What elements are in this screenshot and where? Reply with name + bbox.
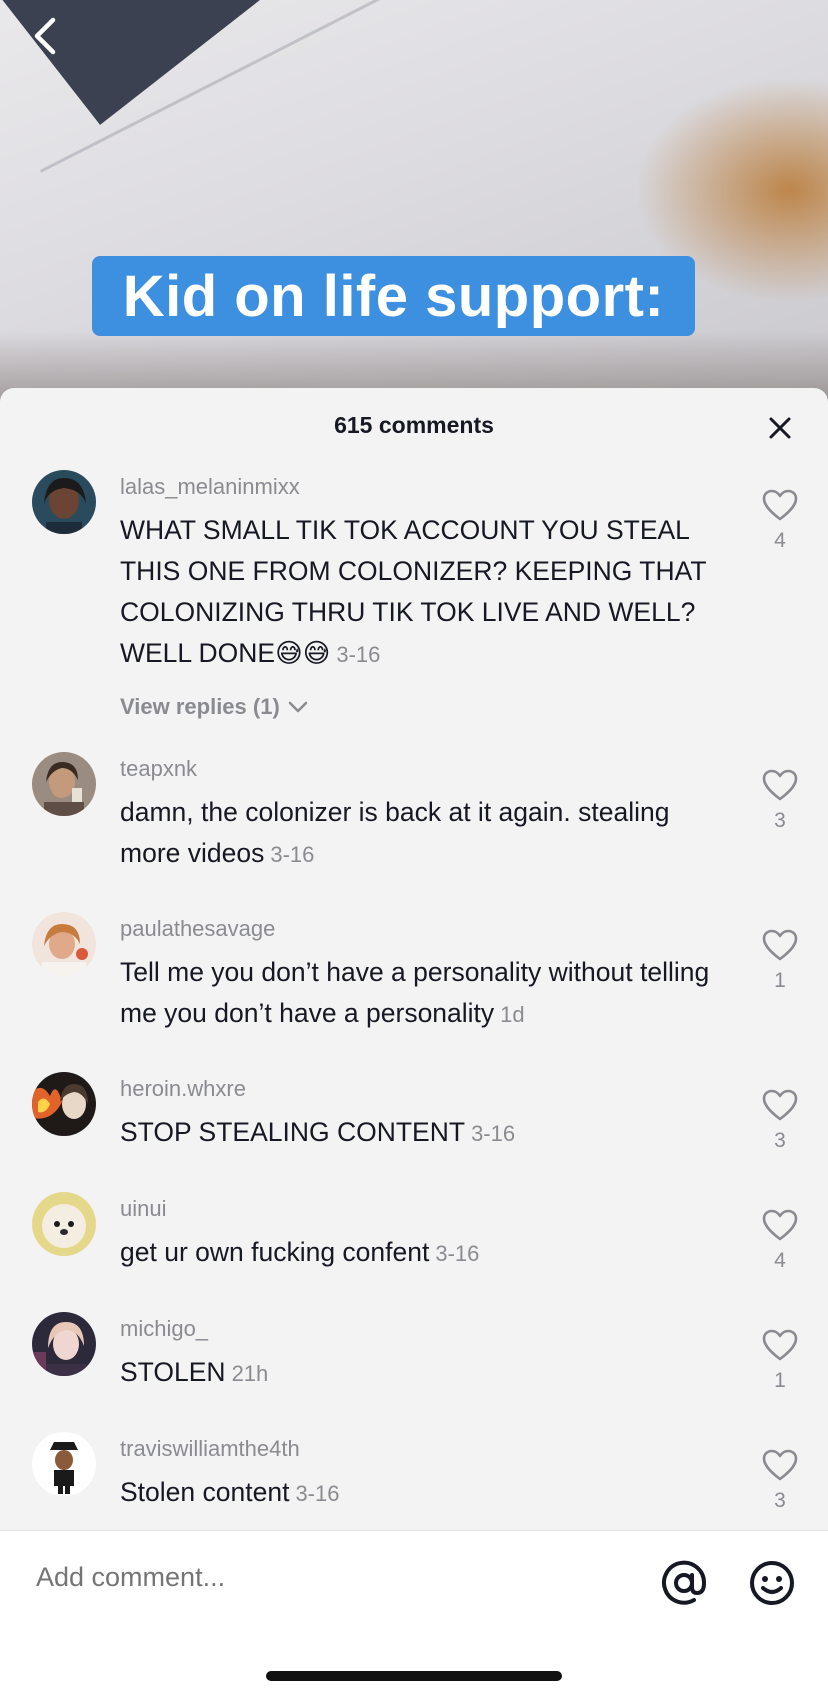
avatar[interactable] [32,1432,96,1496]
like-button[interactable]: 4 [756,1208,804,1273]
like-count: 4 [774,1249,786,1272]
smiley-icon [750,1561,794,1605]
comment-text: damn, the colonizer is back at it again.… [120,792,720,875]
comment-text: STOP STEALING CONTENT 3-16 [120,1112,720,1154]
user-avatar-image [32,1312,96,1376]
comment-username[interactable]: teapxnk [120,756,197,782]
comment-date: 21h [231,1361,269,1386]
user-avatar-image [32,1432,96,1496]
like-count: 1 [774,969,786,992]
chevron-left-icon [34,17,56,55]
close-button[interactable] [762,410,798,446]
comment-text: WHAT SMALL TIK TOK ACCOUNT YOU STEAL THI… [120,510,720,675]
comment-body: Tell me you don’t have a personality wit… [120,957,710,1028]
avatar[interactable] [32,912,96,976]
comment-date: 3-16 [295,1481,340,1506]
like-count: 1 [774,1369,786,1392]
chevron-down-icon [288,701,308,713]
comment-username[interactable]: traviswilliamthe4th [120,1436,300,1462]
comment-body: WHAT SMALL TIK TOK ACCOUNT YOU STEAL THI… [120,515,707,668]
like-button[interactable]: 3 [756,1088,804,1153]
comment-date: 1d [500,1002,525,1027]
view-replies-label: View replies (1) [120,694,280,719]
comment-text: STOLEN 21h [120,1352,720,1394]
like-button[interactable]: 3 [756,768,804,833]
comments-count-title: 615 comments [334,412,494,438]
comment-date: 3-16 [435,1241,480,1266]
emoji-button[interactable] [748,1559,796,1607]
mention-button[interactable] [660,1559,708,1607]
at-sign-icon [662,1560,707,1605]
avatar[interactable] [32,1192,96,1256]
user-avatar-image [32,1192,96,1256]
heart-icon [762,1449,798,1481]
like-count: 3 [774,1129,786,1152]
like-button[interactable]: 1 [756,1328,804,1393]
like-count: 3 [774,809,786,832]
video-caption: Kid on life support: [92,256,695,336]
heart-icon [762,769,798,801]
avatar[interactable] [32,470,96,534]
heart-icon [762,1209,798,1241]
comment-text: Tell me you don’t have a personality wit… [120,952,720,1035]
comment-input-bar [0,1530,828,1697]
comment-text: Stolen content 3-16 [120,1472,720,1514]
avatar[interactable] [32,1072,96,1136]
comment-username[interactable]: heroin.whxre [120,1076,246,1102]
comment-username[interactable]: uinui [120,1196,166,1222]
comment-username[interactable]: paulathesavage [120,916,275,942]
comment-body: STOLEN [120,1357,226,1387]
like-button[interactable]: 1 [756,928,804,993]
heart-icon [762,1089,798,1121]
user-avatar-image [32,470,96,534]
comment-body: get ur own fucking confent [120,1237,430,1267]
avatar[interactable] [32,752,96,816]
comment-body: STOP STEALING CONTENT [120,1117,466,1147]
heart-icon [762,929,798,961]
like-count: 4 [774,529,786,552]
comment-username[interactable]: lalas_melaninmixx [120,474,300,500]
heart-icon [762,489,798,521]
video-preview[interactable]: Kid on life support: [0,0,828,420]
user-avatar-image [32,752,96,816]
add-comment-input[interactable] [34,1561,598,1594]
close-icon [769,417,791,439]
user-avatar-image [32,1072,96,1136]
home-indicator [266,1671,562,1681]
like-button[interactable]: 4 [756,488,804,553]
comment-username[interactable]: michigo_ [120,1316,208,1342]
user-avatar-image [32,912,96,976]
like-button[interactable]: 3 [756,1448,804,1513]
comment-date: 3-16 [270,842,315,867]
comment-body: Stolen content [120,1477,290,1507]
avatar[interactable] [32,1312,96,1376]
comments-sheet: 615 comments lalas_melaninmixx WHAT SMAL… [0,388,828,1696]
comment-date: 3-16 [471,1121,516,1146]
like-count: 3 [774,1489,786,1512]
comment-text: get ur own fucking confent 3-16 [120,1232,720,1274]
view-replies-button[interactable]: View replies (1) [120,694,308,720]
back-button[interactable] [26,14,66,58]
comment-date: 3-16 [336,642,381,667]
heart-icon [762,1329,798,1361]
comment-body: damn, the colonizer is back at it again.… [120,797,670,868]
